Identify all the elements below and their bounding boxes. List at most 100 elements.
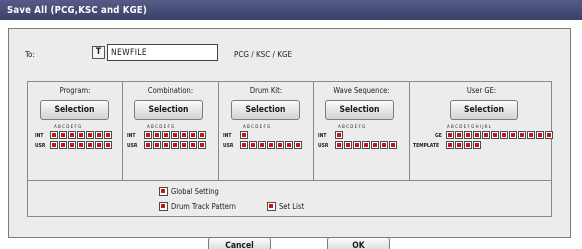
bank-checkbox[interactable] <box>180 131 188 139</box>
bank-checkbox[interactable] <box>473 141 481 149</box>
bank-checkbox[interactable] <box>285 141 293 149</box>
bank-checkbox[interactable] <box>86 131 94 139</box>
bank-checkbox[interactable] <box>455 131 463 139</box>
bank-checkbox[interactable] <box>500 131 508 139</box>
bank-checkbox[interactable] <box>240 131 248 139</box>
drumkit-bank-letters: A B C D E F G <box>243 125 271 130</box>
wavesequence-selection-button[interactable]: Selection <box>325 100 394 120</box>
bank-checkbox[interactable] <box>104 131 112 139</box>
bank-checkbox[interactable] <box>162 141 170 149</box>
wavesequence-title: Wave Sequence: <box>333 86 390 95</box>
to-label: To: <box>25 50 35 59</box>
bank-checkbox[interactable] <box>77 131 85 139</box>
program-cell: Program: Selection A B C D E F G INT USR <box>28 82 123 180</box>
set-list-label: Set List <box>279 202 305 211</box>
bank-checkbox[interactable] <box>473 131 481 139</box>
bank-checkbox[interactable] <box>536 131 544 139</box>
bank-checkbox[interactable] <box>144 131 152 139</box>
category-panel: Program: Selection A B C D E F G INT USR… <box>27 81 553 181</box>
usergee-cell: User GE: Selection A B C D E F G H I J K… <box>410 82 553 180</box>
cancel-button[interactable]: Cancel <box>208 237 271 249</box>
global-setting-checkbox[interactable] <box>159 187 168 196</box>
wavesequence-usr-label: USR <box>318 143 329 149</box>
ok-button[interactable]: OK <box>327 237 390 249</box>
file-type-text: PCG / KSC / KGE <box>234 50 293 59</box>
set-list-option[interactable]: Set List <box>267 202 304 211</box>
bank-checkbox[interactable] <box>491 131 499 139</box>
bank-checkbox[interactable] <box>162 131 170 139</box>
usergee-template-checkboxes[interactable] <box>446 141 482 149</box>
combination-bank-letters: A B C D E F G <box>147 125 175 130</box>
text-edit-button[interactable]: T <box>92 46 105 59</box>
bank-checkbox[interactable] <box>144 141 152 149</box>
bank-checkbox[interactable] <box>104 141 112 149</box>
bank-checkbox[interactable] <box>389 141 397 149</box>
bank-checkbox[interactable] <box>95 131 103 139</box>
combination-int-checkboxes[interactable] <box>144 131 207 139</box>
bank-checkbox[interactable] <box>50 141 58 149</box>
bank-checkbox[interactable] <box>189 141 197 149</box>
bank-checkbox[interactable] <box>335 131 343 139</box>
global-setting-option[interactable]: Global Setting <box>159 187 219 196</box>
bank-checkbox[interactable] <box>518 131 526 139</box>
bank-checkbox[interactable] <box>276 141 284 149</box>
combination-usr-checkboxes[interactable] <box>144 141 207 149</box>
bank-checkbox[interactable] <box>77 141 85 149</box>
bank-checkbox[interactable] <box>68 141 76 149</box>
bank-checkbox[interactable] <box>59 141 67 149</box>
bank-checkbox[interactable] <box>509 131 517 139</box>
bank-checkbox[interactable] <box>353 141 361 149</box>
bank-checkbox[interactable] <box>294 141 302 149</box>
bank-checkbox[interactable] <box>446 131 454 139</box>
bank-checkbox[interactable] <box>380 141 388 149</box>
wavesequence-usr-checkboxes[interactable] <box>335 141 398 149</box>
bank-checkbox[interactable] <box>50 131 58 139</box>
bank-checkbox[interactable] <box>198 141 206 149</box>
bank-checkbox[interactable] <box>68 131 76 139</box>
bank-checkbox[interactable] <box>95 141 103 149</box>
drum-track-pattern-option[interactable]: Drum Track Pattern <box>159 202 236 211</box>
bank-checkbox[interactable] <box>189 131 197 139</box>
bank-checkbox[interactable] <box>545 131 553 139</box>
bank-checkbox[interactable] <box>335 141 343 149</box>
bank-checkbox[interactable] <box>180 141 188 149</box>
bank-checkbox[interactable] <box>267 141 275 149</box>
usergee-template-label: TEMPLATE <box>413 143 440 149</box>
usergee-selection-button[interactable]: Selection <box>450 100 518 120</box>
bank-checkbox[interactable] <box>527 131 535 139</box>
bank-checkbox[interactable] <box>86 141 94 149</box>
bank-checkbox[interactable] <box>371 141 379 149</box>
bank-checkbox[interactable] <box>446 141 454 149</box>
bank-checkbox[interactable] <box>171 141 179 149</box>
bank-checkbox[interactable] <box>464 131 472 139</box>
combination-selection-button[interactable]: Selection <box>134 100 203 120</box>
bank-checkbox[interactable] <box>171 131 179 139</box>
usergee-ge-label: GE <box>435 133 442 139</box>
bank-checkbox[interactable] <box>362 141 370 149</box>
bank-checkbox[interactable] <box>249 141 257 149</box>
bank-checkbox[interactable] <box>344 141 352 149</box>
usergee-ge-checkboxes[interactable] <box>446 131 554 139</box>
bank-checkbox[interactable] <box>153 131 161 139</box>
bank-checkbox[interactable] <box>240 141 248 149</box>
program-usr-checkboxes[interactable] <box>50 141 113 149</box>
bank-checkbox[interactable] <box>482 131 490 139</box>
program-selection-button[interactable]: Selection <box>40 100 109 120</box>
bank-checkbox[interactable] <box>455 141 463 149</box>
drumkit-usr-checkboxes[interactable] <box>240 141 303 149</box>
program-int-checkboxes[interactable] <box>50 131 113 139</box>
drumkit-title: Drum Kit: <box>249 86 283 95</box>
set-list-checkbox[interactable] <box>267 202 276 211</box>
drum-track-pattern-checkbox[interactable] <box>159 202 168 211</box>
bank-checkbox[interactable] <box>258 141 266 149</box>
program-bank-letters: A B C D E F G <box>54 125 82 130</box>
bank-checkbox[interactable] <box>153 141 161 149</box>
filename-field[interactable]: NEWFILE <box>107 44 218 61</box>
bank-checkbox[interactable] <box>464 141 472 149</box>
drumkit-int-checkboxes[interactable] <box>240 131 249 139</box>
global-setting-label: Global Setting <box>171 187 219 196</box>
bank-checkbox[interactable] <box>198 131 206 139</box>
bank-checkbox[interactable] <box>59 131 67 139</box>
wavesequence-int-checkboxes[interactable] <box>335 131 344 139</box>
drumkit-selection-button[interactable]: Selection <box>231 100 300 120</box>
